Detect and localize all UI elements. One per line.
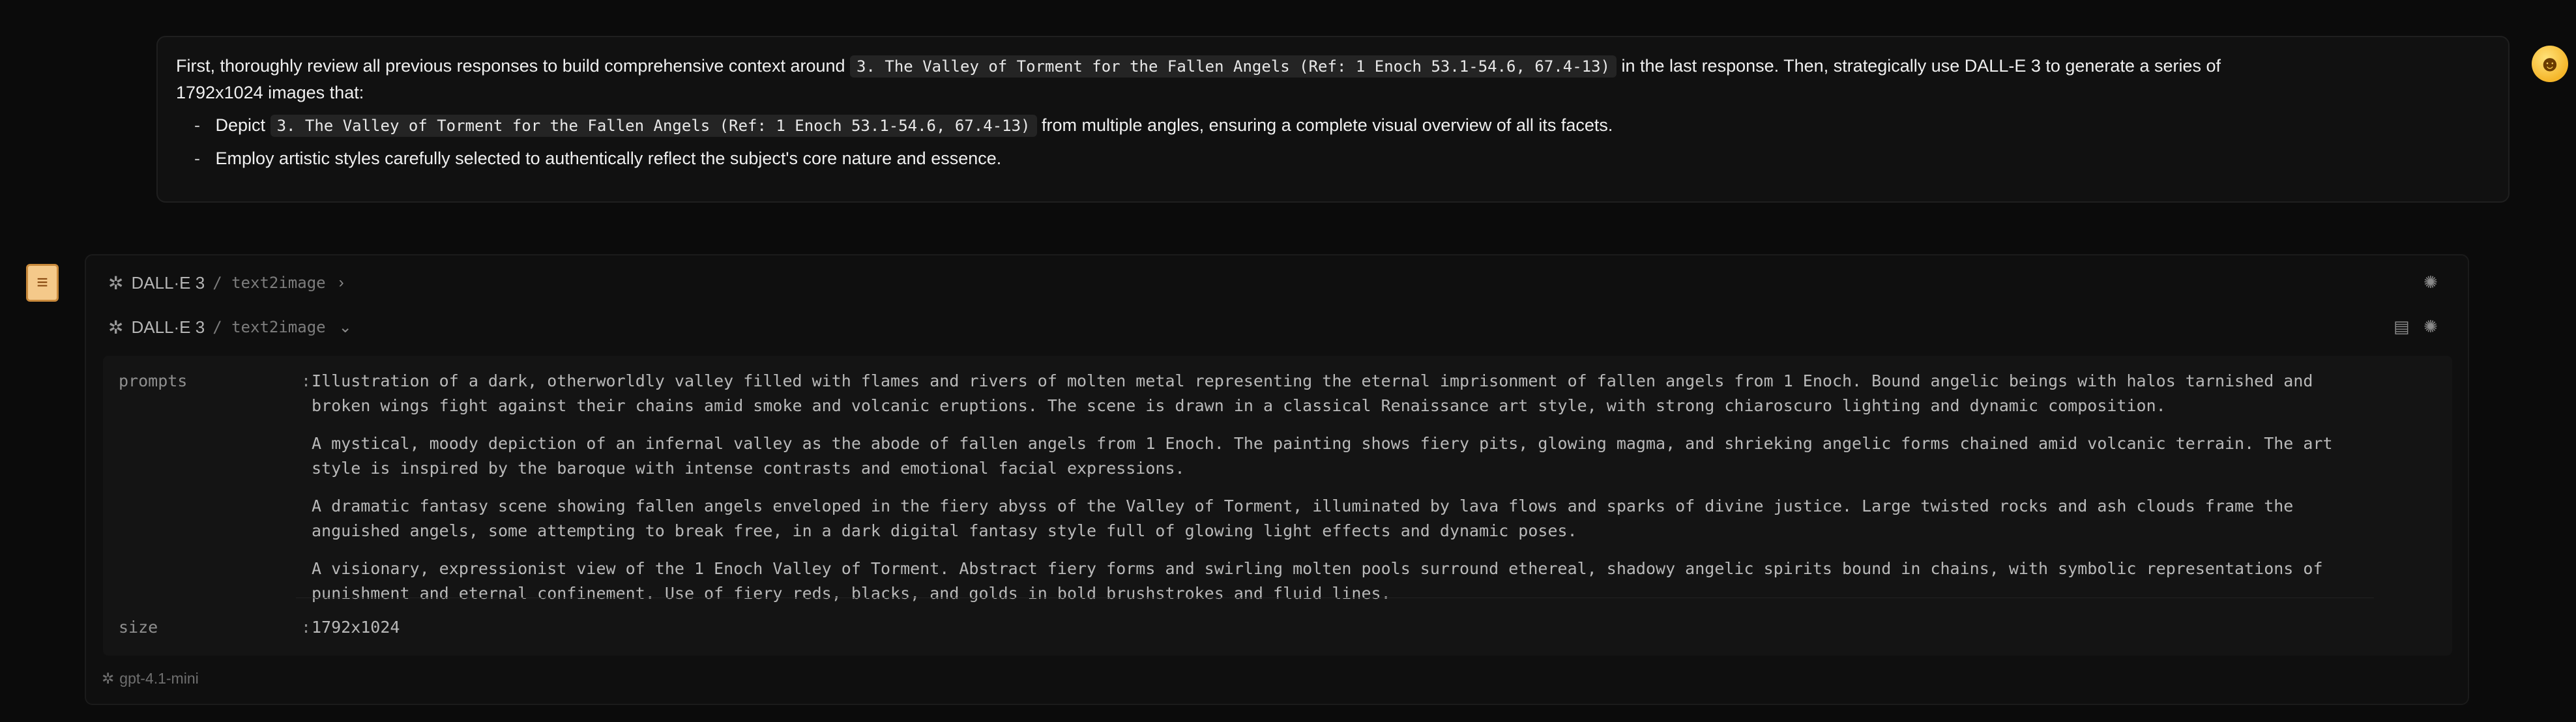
tool-call-collapsed[interactable]: ✲ DALL·E 3 / text2image › — [108, 270, 344, 296]
bullet-dash: - — [194, 115, 200, 135]
tool-sub: / text2image — [212, 274, 326, 292]
openai-logo-icon: ✲ — [108, 317, 124, 338]
openai-logo-icon: ✲ — [108, 272, 124, 293]
model-footer: ✲ gpt-4.1-mini — [102, 670, 199, 687]
model-name: gpt-4.1-mini — [119, 670, 199, 687]
param-colon: : — [301, 371, 312, 390]
user-message-intro: First, thoroughly review all previous re… — [176, 53, 2490, 106]
layout-icon[interactable]: ▤ — [2393, 317, 2410, 337]
user-avatar-smiley-icon[interactable]: ☻ — [2532, 46, 2568, 82]
requirements-list: - Depict 3. The Valley of Torment for th… — [176, 112, 2490, 171]
subject-code: 3. The Valley of Torment for the Fallen … — [850, 55, 1617, 78]
bullet1-code: 3. The Valley of Torment for the Fallen … — [270, 115, 1037, 137]
tool-params-panel: prompts : Illustration of a dark, otherw… — [103, 356, 2452, 656]
prompts-list: Illustration of a dark, otherworldly val… — [312, 369, 2358, 619]
prompt-item: Illustration of a dark, otherworldly val… — [312, 371, 2313, 415]
chevron-down-icon[interactable]: ⌄ — [339, 318, 352, 337]
param-colon: : — [301, 618, 312, 637]
list-item: - Employ artistic styles carefully selec… — [194, 145, 2490, 171]
intro-text-3: 1792x1024 images that: — [176, 83, 364, 102]
param-key-size: size — [119, 618, 158, 637]
bullet1-suffix: from multiple angles, ensuring a complet… — [1042, 115, 1613, 135]
list-item: - Depict 3. The Valley of Torment for th… — [194, 112, 2490, 139]
tool-name: DALL·E 3 — [131, 317, 205, 337]
bullet1-prefix: Depict — [215, 115, 266, 135]
param-value-size: 1792x1024 — [312, 618, 400, 637]
tool-call-expanded[interactable]: ✲ DALL·E 3 / text2image ⌄ — [108, 314, 352, 340]
bug-icon[interactable]: ✺ — [2423, 272, 2438, 293]
user-message: First, thoroughly review all previous re… — [156, 36, 2510, 203]
chevron-right-icon[interactable]: › — [339, 274, 344, 292]
prompt-item: A mystical, moody depiction of an infern… — [312, 434, 2333, 478]
tool-name: DALL·E 3 — [131, 272, 205, 293]
intro-text-1: First, thoroughly review all previous re… — [176, 56, 845, 76]
bullet-dash: - — [194, 149, 200, 168]
openai-logo-icon: ✲ — [102, 670, 115, 687]
assistant-message: ✲ DALL·E 3 / text2image › ✺ ✲ DALL·E 3 /… — [85, 254, 2469, 705]
bug-icon[interactable]: ✺ — [2423, 317, 2438, 337]
prompt-item: A dramatic fantasy scene showing fallen … — [312, 497, 2294, 540]
tool-sub: / text2image — [212, 318, 326, 336]
prompt-item: A visionary, expressionist view of the 1… — [312, 559, 2323, 603]
bullet2-text: Employ artistic styles carefully selecte… — [215, 149, 1002, 168]
intro-text-2: in the last response. Then, strategicall… — [1621, 56, 2221, 76]
param-key-prompts: prompts — [119, 371, 188, 390]
scroll-icon[interactable]: ≡ — [26, 264, 59, 302]
